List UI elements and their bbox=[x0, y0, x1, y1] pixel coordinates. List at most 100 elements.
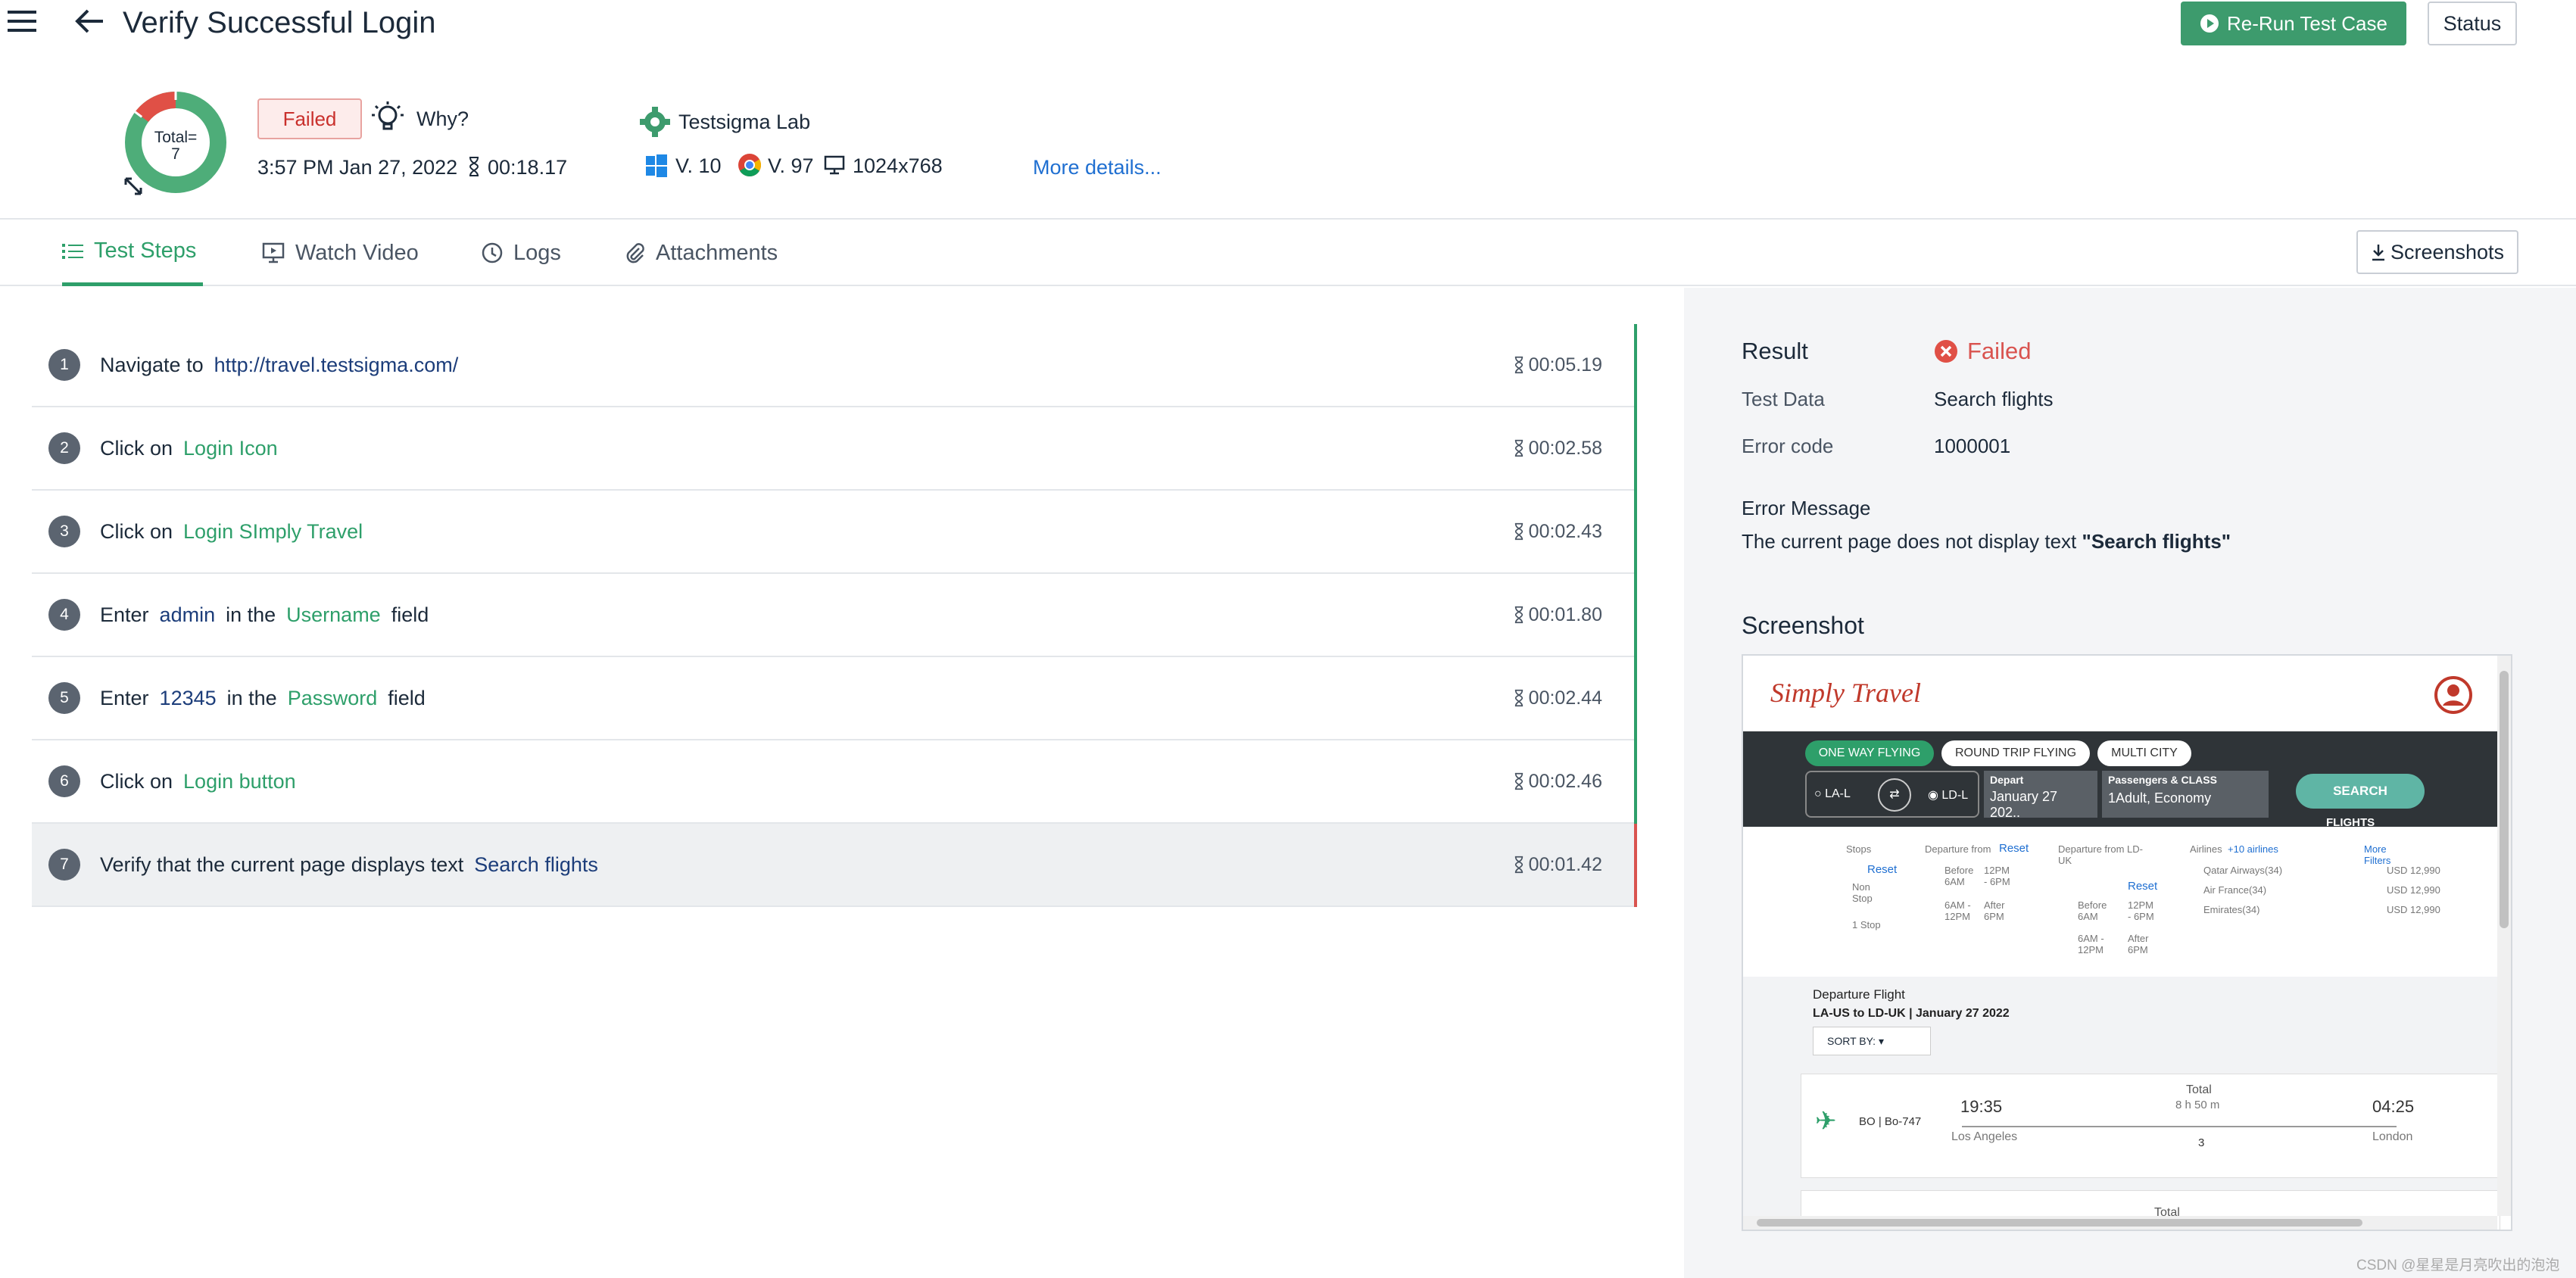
expand-icon[interactable] bbox=[123, 176, 144, 197]
preview-depart: Depart January 27 202.. bbox=[1984, 771, 2097, 820]
step-text: Enter 12345 in the Password field bbox=[100, 686, 426, 709]
os-version: V. 10 bbox=[675, 154, 722, 177]
preview-flight-card: ✈ BO | Bo-747 19:35 Los Angeles Total 8 … bbox=[1801, 1074, 2500, 1178]
test-step-2[interactable]: 2 Click on Login Icon 00:02.58 bbox=[32, 407, 1637, 491]
step-element[interactable]: Login SImply Travel bbox=[183, 520, 363, 543]
test-step-5[interactable]: 5 Enter 12345 in the Password field 00:02.44 bbox=[32, 657, 1637, 740]
step-status-bar bbox=[1634, 407, 1637, 491]
step-text: Enter admin in the Username field bbox=[100, 603, 429, 626]
menu-icon[interactable] bbox=[8, 8, 38, 35]
preview-horizontal-scrollbar[interactable] bbox=[1743, 1216, 2497, 1230]
step-text: Click on Login Icon bbox=[100, 436, 278, 460]
error-x-icon bbox=[1934, 339, 1958, 363]
step-duration: 00:02.43 bbox=[1514, 521, 1602, 543]
tab-logs[interactable]: Logs bbox=[482, 220, 561, 286]
hourglass-icon bbox=[1514, 356, 1523, 374]
hourglass-icon bbox=[1514, 856, 1523, 874]
preview-passengers: Passengers & CLASS 1Adult, Economy bbox=[2102, 771, 2269, 818]
step-number: 2 bbox=[48, 432, 80, 464]
tab-watch-video[interactable]: Watch Video bbox=[262, 220, 419, 286]
screenshot-label: Screenshot bbox=[1742, 612, 1864, 639]
download-icon bbox=[2372, 245, 2384, 261]
preview-filters: Stops Reset Non Stop 1 Stop Departure fr… bbox=[1743, 827, 2500, 975]
tab-label: Attachments bbox=[656, 240, 778, 265]
hourglass-icon bbox=[1514, 772, 1523, 790]
step-result-panel: Result Failed Test Data Search flights E… bbox=[1684, 288, 2576, 1278]
step-duration: 00:05.19 bbox=[1514, 354, 1602, 376]
step-status-bar bbox=[1634, 824, 1637, 907]
test-data-value: Search flights bbox=[1934, 388, 2054, 410]
tab-test-steps[interactable]: Test Steps bbox=[62, 220, 203, 286]
failure-screenshot[interactable]: Simply Travel ONE WAY FLYING ROUND TRIP … bbox=[1742, 654, 2512, 1231]
clock-icon bbox=[482, 242, 503, 263]
test-step-7[interactable]: 7 Verify that the current page displays … bbox=[32, 824, 1637, 907]
failed-status-badge: Failed bbox=[257, 98, 362, 139]
tab-attachments[interactable]: Attachments bbox=[624, 220, 778, 286]
lab-name: Testsigma Lab bbox=[678, 111, 811, 133]
preview-logo: Simply Travel bbox=[1770, 678, 1921, 708]
test-step-4[interactable]: 4 Enter admin in the Username field 00:01.80 bbox=[32, 574, 1637, 657]
step-url[interactable]: http://travel.testsigma.com/ bbox=[214, 354, 459, 376]
screenshots-button[interactable]: Screenshots bbox=[2356, 230, 2518, 274]
user-icon bbox=[2434, 675, 2473, 715]
chrome-icon bbox=[738, 153, 762, 177]
step-text: Navigate to http://travel.testsigma.com/ bbox=[100, 353, 459, 376]
step-status-bar bbox=[1634, 491, 1637, 574]
tab-label: Watch Video bbox=[295, 240, 419, 265]
donut-total-label: Total= bbox=[154, 129, 198, 146]
error-code-label: Error code bbox=[1742, 435, 1834, 457]
preview-mode-one-way: ONE WAY FLYING bbox=[1805, 740, 1934, 766]
hourglass-icon bbox=[1514, 606, 1523, 624]
badge-label: Failed bbox=[282, 107, 337, 130]
step-number: 1 bbox=[48, 349, 80, 381]
step-element[interactable]: Login button bbox=[183, 770, 296, 793]
step-element[interactable]: Login Icon bbox=[183, 437, 278, 460]
preview-search-button: SEARCH bbox=[2296, 774, 2425, 809]
video-icon bbox=[262, 242, 285, 263]
step-text: Click on Login SImply Travel bbox=[100, 519, 363, 543]
testsigma-lab-icon bbox=[639, 106, 671, 138]
run-datetime: 3:57 PM Jan 27, 2022 bbox=[257, 156, 458, 179]
result-value: Failed bbox=[1967, 338, 2032, 364]
test-step-1[interactable]: 1 Navigate to http://travel.testsigma.com… bbox=[32, 324, 1637, 407]
preview-sort: SORT BY: ▾ bbox=[1813, 1027, 1931, 1055]
swap-icon: ⇄ bbox=[1878, 778, 1911, 812]
step-number: 7 bbox=[48, 849, 80, 881]
step-duration: 00:02.46 bbox=[1514, 771, 1602, 793]
step-element[interactable]: Username bbox=[286, 603, 381, 626]
step-number: 5 bbox=[48, 682, 80, 714]
screenshots-label: Screenshots bbox=[2390, 240, 2505, 263]
rerun-test-case-button[interactable]: Re-Run Test Case bbox=[2181, 2, 2406, 45]
list-icon bbox=[62, 243, 83, 259]
back-arrow-icon[interactable] bbox=[73, 8, 106, 35]
watermark: CSDN @星星是月亮吹出的泡泡 bbox=[2356, 1258, 2560, 1273]
tab-label: Test Steps bbox=[94, 238, 197, 263]
tab-label: Logs bbox=[513, 240, 561, 265]
run-duration: 00:18.17 bbox=[488, 156, 568, 179]
hourglass-icon bbox=[1514, 439, 1523, 457]
preview-vertical-scrollbar[interactable] bbox=[2497, 656, 2511, 1216]
paperclip-icon bbox=[626, 243, 644, 263]
step-test-data: admin bbox=[159, 603, 216, 626]
result-tabs: Test Steps Watch Video Logs Attachments … bbox=[0, 220, 2576, 286]
page-title: Verify Successful Login bbox=[123, 6, 436, 39]
error-message: The current page does not display text "… bbox=[1742, 530, 2231, 553]
status-button[interactable]: Status bbox=[2428, 2, 2517, 45]
hourglass-icon bbox=[1514, 689, 1523, 707]
step-element[interactable]: Password bbox=[288, 687, 378, 709]
preview-results: Departure Flight LA-US to LD-UK | Januar… bbox=[1743, 977, 2500, 1230]
test-step-3[interactable]: 3 Click on Login SImply Travel 00:02.43 bbox=[32, 491, 1637, 574]
step-status-bar bbox=[1634, 574, 1637, 657]
step-status-bar bbox=[1634, 657, 1637, 740]
step-number: 6 bbox=[48, 765, 80, 797]
step-test-data: 12345 bbox=[159, 686, 217, 709]
error-message-label: Error Message bbox=[1742, 497, 1871, 519]
test-step-6[interactable]: 6 Click on Login button 00:02.46 bbox=[32, 740, 1637, 824]
windows-icon bbox=[645, 154, 668, 177]
why-link[interactable]: Why? bbox=[416, 108, 469, 131]
preview-mode-multi: MULTI CITY bbox=[2097, 740, 2191, 766]
step-duration: 00:01.80 bbox=[1514, 604, 1602, 626]
more-details-link[interactable]: More details... bbox=[1033, 156, 1162, 179]
preview-from: ○ LA-L ◉ LD-L ⇄ bbox=[1805, 771, 1979, 818]
lightbulb-icon[interactable] bbox=[371, 100, 404, 135]
